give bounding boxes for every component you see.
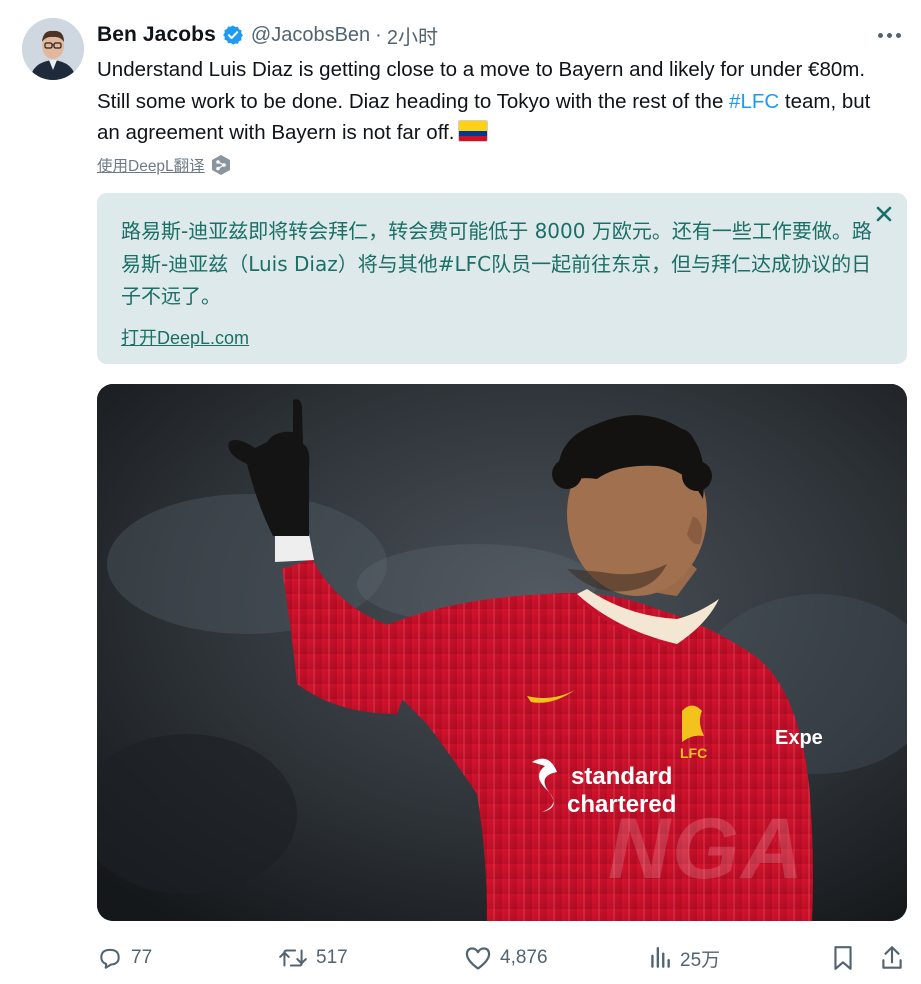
views-count: 25万	[680, 949, 721, 971]
hashtag-link[interactable]: #LFC	[729, 90, 779, 113]
deepl-translation-panel: 路易斯-迪亚兹即将转会拜仁，转会费可能低于 8000 万欧元。还有一些工作要做。…	[97, 193, 907, 364]
translation-text: 路易斯-迪亚兹即将转会拜仁，转会费可能低于 8000 万欧元。还有一些工作要做。…	[121, 219, 872, 308]
views-button[interactable]: 25万	[648, 938, 720, 978]
tweet-header: Ben Jacobs @JacobsBen · 2小时	[97, 20, 438, 50]
share-button[interactable]	[878, 938, 914, 978]
tweet-text: Understand Luis Diaz is getting close to…	[97, 54, 887, 149]
share-icon	[882, 946, 902, 969]
heart-icon	[465, 947, 491, 970]
reply-icon	[100, 948, 120, 969]
reply-count: 77	[131, 947, 153, 968]
tweet-actions-bar: 77 517 4,876 25万	[0, 938, 921, 978]
repost-button[interactable]: 517	[278, 938, 348, 978]
repost-count: 517	[316, 947, 348, 968]
avatar-image	[22, 18, 84, 80]
author-avatar[interactable]	[22, 18, 84, 80]
like-count: 4,876	[500, 947, 548, 968]
bookmark-button[interactable]	[830, 938, 864, 978]
analytics-icon	[651, 947, 670, 968]
verified-badge-icon	[222, 24, 244, 46]
crest-text: LFC	[680, 745, 707, 761]
bookmark-icon	[834, 946, 852, 970]
deepl-logo-icon	[211, 155, 230, 175]
author-handle[interactable]: @JacobsBen	[251, 24, 370, 47]
header-separator: ·	[375, 23, 382, 46]
sleeve-sponsor-text: Expe	[775, 727, 823, 749]
author-name[interactable]: Ben Jacobs	[97, 23, 216, 47]
image-watermark: NGA	[608, 801, 806, 897]
like-button[interactable]: 4,876	[464, 938, 548, 978]
repost-icon	[279, 949, 307, 967]
tweet-timestamp[interactable]: 2小时	[387, 21, 438, 50]
more-options-icon[interactable]	[878, 26, 908, 44]
colombia-flag-icon	[458, 120, 489, 142]
open-deepl-link[interactable]: 打开DeepL.com	[121, 324, 249, 350]
translate-link-label: 使用DeepL翻译	[97, 158, 205, 175]
translate-with-deepl-link[interactable]: 使用DeepL翻译	[97, 152, 231, 178]
reply-button[interactable]: 77	[97, 938, 152, 978]
sponsor-line1: standard	[571, 763, 672, 790]
